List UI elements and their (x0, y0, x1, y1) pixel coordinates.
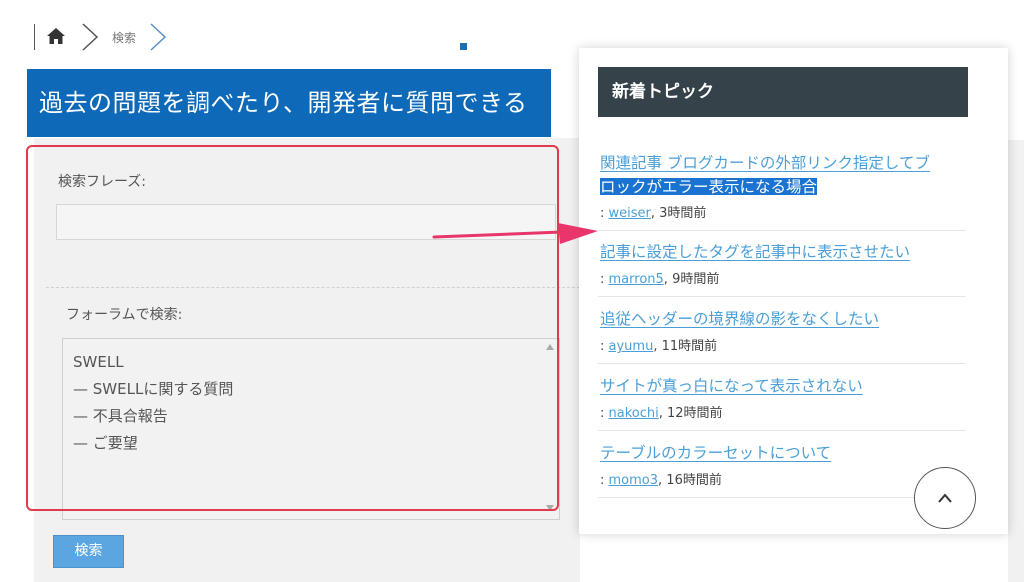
topic-meta: : ayumu, 11時間前 (600, 339, 718, 354)
topic-meta: : weiser, 3時間前 (600, 206, 707, 221)
topic-time: 9時間前 (672, 272, 720, 287)
topic-user-link[interactable]: nakochi (609, 406, 659, 421)
search-button[interactable]: 検索 (53, 535, 124, 568)
breadcrumb-divider (34, 24, 35, 50)
topic-link[interactable]: 関連記事 ブログカードの外部リンク指定してブ (600, 151, 930, 173)
topic-divider (598, 363, 966, 364)
topic-time: 11時間前 (661, 339, 718, 354)
topic-link[interactable]: テーブルのカラーセットについて (600, 441, 831, 463)
topic-time: 12時間前 (667, 406, 723, 421)
topic-link[interactable]: 追従ヘッダーの境界線の影をなくしたい (600, 307, 879, 329)
decorative-dot (460, 43, 467, 50)
topic-meta: : marron5, 9時間前 (600, 272, 720, 287)
breadcrumb-chevron-icon (148, 22, 168, 52)
topic-time: 16時間前 (666, 473, 722, 488)
topic-user-link[interactable]: weiser (609, 206, 651, 221)
topic-divider (598, 430, 966, 431)
topic-title-line-selected[interactable]: ロックがエラー表示になる場合 (600, 178, 818, 196)
topic-time: 3時間前 (659, 206, 707, 221)
topic-link[interactable]: 記事に設定したタグを記事中に表示させたい (600, 240, 910, 262)
topic-meta: : nakochi, 12時間前 (600, 406, 723, 421)
topic-link[interactable]: ロックがエラー表示になる場合 (600, 175, 818, 197)
topic-title-line[interactable]: 関連記事 ブログカードの外部リンク指定してブ (600, 154, 930, 172)
heading-banner: 過去の問題を調べたり、開発者に質問できる (27, 69, 551, 137)
topic-link[interactable]: サイトが真っ白になって表示されない (600, 374, 863, 396)
annotation-highlight-box (26, 145, 559, 511)
home-icon[interactable] (46, 26, 66, 46)
chevron-up-icon (938, 493, 952, 503)
topic-divider (598, 230, 966, 231)
annotation-arrow-icon (432, 223, 598, 244)
back-to-top-button[interactable] (914, 467, 976, 529)
breadcrumb-chevron-icon (80, 22, 100, 52)
topic-user-link[interactable]: momo3 (609, 473, 659, 488)
topic-user-link[interactable]: marron5 (609, 272, 664, 287)
new-topics-heading: 新着トピック (598, 67, 968, 117)
topic-divider (598, 296, 966, 297)
page-background-strip (1008, 140, 1024, 582)
topic-meta: : momo3, 16時間前 (600, 473, 722, 488)
topic-user-link[interactable]: ayumu (609, 339, 654, 354)
topic-divider (598, 497, 966, 498)
breadcrumb-current: 検索 (112, 31, 137, 45)
